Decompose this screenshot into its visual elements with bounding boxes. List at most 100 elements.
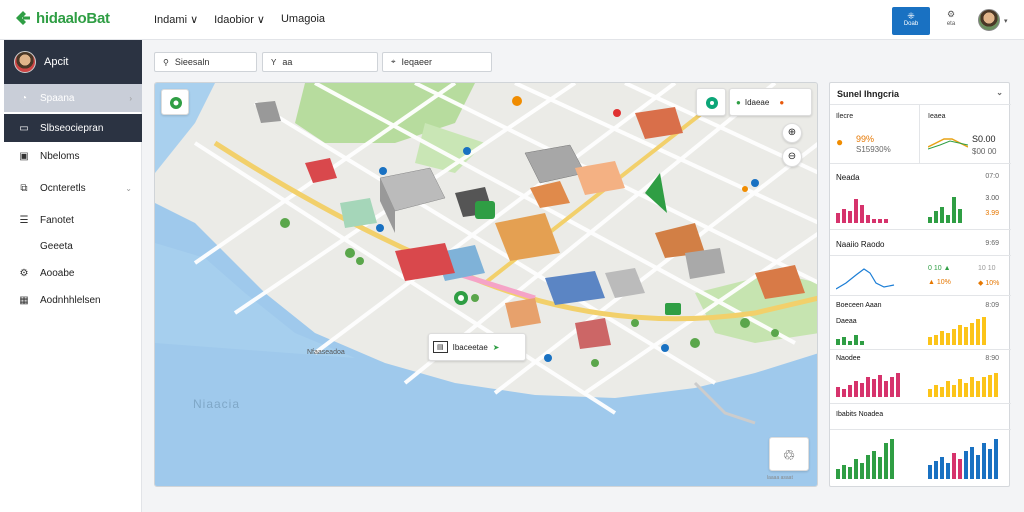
top-nav: Indami ∨ Idaobior ∨ Umagoia bbox=[154, 13, 325, 26]
section-3-bars bbox=[836, 317, 986, 345]
section-2-value: 9:69 bbox=[985, 240, 999, 247]
section-3-value: 8:09 bbox=[985, 302, 999, 309]
section-2-row2b: ◆ 10% bbox=[978, 280, 1000, 287]
zoom-out-button[interactable]: ⊖ bbox=[782, 147, 802, 167]
section-2-row2a: ▲ 10% bbox=[928, 279, 951, 286]
sidebar-avatar bbox=[14, 51, 36, 73]
zoom-in-icon: ⊕ bbox=[787, 127, 797, 138]
map-legend-label: Idaeae bbox=[744, 97, 770, 107]
sidebar-user[interactable]: Apcit bbox=[4, 40, 142, 84]
logo-icon bbox=[16, 11, 30, 25]
pin-icon: ⌖ bbox=[391, 57, 396, 66]
section-1-value: 07:0 bbox=[985, 173, 999, 180]
section-5-bars bbox=[836, 439, 998, 479]
logo[interactable]: hidaaloBat bbox=[14, 9, 110, 27]
map-locate-button[interactable] bbox=[696, 88, 726, 116]
sidebar-item-aodnhhlelsen[interactable]: ▦ Aodnhhlelsen bbox=[4, 286, 142, 314]
district-label: Nfaaseadoa bbox=[307, 349, 345, 356]
logo-text: hidaaloBat bbox=[36, 9, 110, 27]
metric-b-name: Ieaea bbox=[928, 113, 946, 120]
sidebar-item-label: Geeeta bbox=[40, 240, 73, 252]
section-2-row1b: 10 10 bbox=[978, 265, 996, 272]
section-2-row1a: 0 10 ▲ bbox=[928, 265, 951, 272]
sidebar-item-label: Nbeloms bbox=[40, 150, 80, 162]
recenter-button[interactable]: ♲ bbox=[769, 437, 809, 471]
chevron-down-icon: ⌄ bbox=[125, 183, 132, 193]
metric-a-sub: S15930% bbox=[856, 145, 891, 154]
recycle-icon: ♲ bbox=[782, 447, 796, 463]
section-2-title: Naaiio Raodo bbox=[836, 240, 885, 249]
metric-b-value: S0.00 bbox=[972, 134, 996, 144]
gauge-icon: ◔ bbox=[20, 92, 28, 104]
metric-card-b[interactable]: Ieaea S0.00 $00 00 bbox=[920, 105, 1011, 163]
map-tooltip: ▤ Ibaceetae ➤ bbox=[428, 333, 526, 361]
orange-pin-icon: ● bbox=[779, 97, 785, 107]
secondary-action-label: eta bbox=[946, 21, 956, 27]
zoom-in-button[interactable]: ⊕ bbox=[782, 123, 802, 143]
nav-item-indami[interactable]: Indami ∨ bbox=[154, 13, 198, 26]
map-tooltip-label: Ibaceetae bbox=[452, 342, 488, 352]
type-filter[interactable]: Y aa bbox=[262, 52, 378, 72]
nav-item-umagoia[interactable]: Umagoia bbox=[281, 13, 325, 26]
chat-icon: ▭ bbox=[19, 122, 29, 134]
stats-panel: Sunel Ihngcria ⌄ Ilecre ● 99% S15930% Ie… bbox=[829, 82, 1011, 487]
section-1-bars bbox=[836, 197, 962, 223]
metric-a-pct: 99% bbox=[856, 134, 875, 144]
settings-icon: ⚙ bbox=[19, 267, 29, 279]
water-label: Niaacia bbox=[193, 397, 241, 411]
section-4-value: 8:90 bbox=[985, 355, 999, 362]
primary-action-label: Doab bbox=[903, 21, 919, 27]
sidebar-item-fanotet[interactable]: ☰ Fanotet bbox=[4, 206, 142, 234]
sidebar-item-label: Spaana bbox=[40, 92, 75, 104]
metric-b-sparkline bbox=[928, 138, 968, 150]
section-5-title: Ibabits Noadea bbox=[836, 411, 884, 418]
section-1-title: Neada bbox=[836, 173, 860, 182]
sidebar-item-nbeloms[interactable]: ▣ Nbeloms bbox=[4, 142, 142, 170]
type-filter-label: aa bbox=[282, 57, 293, 67]
map-attribution: laaaa asaat bbox=[767, 475, 793, 481]
search-icon: ⚲ bbox=[163, 57, 169, 67]
sidebar-item-label: Aodnhhlelsen bbox=[40, 294, 101, 306]
map-layers-button[interactable] bbox=[161, 89, 189, 115]
app-window: hidaaloBat Indami ∨ Idaobior ∨ Umagoia ⁜… bbox=[0, 0, 1024, 512]
settings-icon: ⚙ bbox=[946, 9, 956, 19]
top-bar: hidaaloBat Indami ∨ Idaobior ∨ Umagoia ⁜… bbox=[0, 0, 1024, 40]
target-icon bbox=[706, 97, 718, 109]
filter-icon: Y bbox=[271, 57, 277, 67]
secondary-action-button[interactable]: ⚙ eta bbox=[940, 10, 962, 32]
primary-action-button[interactable]: ⁜ Doab bbox=[892, 7, 930, 35]
panel-title: Sunel Ihngcria bbox=[837, 89, 900, 99]
city-map[interactable]: ● Idaeae ● ⊕ ⊖ ▤ Ibaceetae ➤ Nfaaseadoa … bbox=[154, 82, 818, 487]
sidebar-item-ocnteretls[interactable]: ⧉ Ocnteretls ⌄ bbox=[4, 174, 142, 202]
nav-item-idaobior[interactable]: Idaobior ∨ bbox=[214, 13, 265, 26]
map-canvas[interactable] bbox=[155, 83, 818, 487]
user-avatar[interactable] bbox=[978, 9, 1000, 31]
location-filter[interactable]: ⌖ Ieqaeer bbox=[382, 52, 492, 72]
section-4-title: Naodee bbox=[836, 355, 861, 362]
chevron-down-icon[interactable]: ▾ bbox=[1004, 17, 1008, 25]
layers-icon bbox=[170, 97, 182, 109]
chevron-down-icon[interactable]: ⌄ bbox=[996, 88, 1003, 97]
image-icon: ▣ bbox=[19, 150, 29, 162]
metric-card-a[interactable]: Ilecre ● 99% S15930% bbox=[830, 105, 920, 163]
panel-header[interactable]: Sunel Ihngcria ⌄ bbox=[830, 83, 1011, 105]
sidebar-item-label: Aooabe bbox=[40, 267, 75, 279]
zoom-out-icon: ⊖ bbox=[787, 151, 797, 162]
arrow-icon: ➤ bbox=[492, 342, 500, 352]
search-filter[interactable]: ⚲ Sieesaln bbox=[154, 52, 257, 72]
sidebar-item-slbseociepran[interactable]: ▭ Slbseociepran bbox=[4, 114, 142, 142]
sliders-icon: ☰ bbox=[19, 214, 29, 226]
sidebar-item-geeeta[interactable]: Geeeta bbox=[4, 232, 142, 260]
pin-icon: ● bbox=[836, 135, 844, 149]
map-legend[interactable]: ● Idaeae ● bbox=[729, 88, 812, 116]
building-icon: ▤ bbox=[433, 341, 448, 353]
sidebar-item-aooabe[interactable]: ⚙ Aooabe bbox=[4, 259, 142, 287]
grid-icon: ▦ bbox=[19, 294, 29, 306]
metric-a-name: Ilecre bbox=[836, 113, 854, 120]
sidebar: Apcit ◔ Spaana › ▭ Slbseociepran ▣ Nbelo… bbox=[0, 40, 142, 512]
metric-b-sub: $00 00 bbox=[972, 147, 997, 156]
sidebar-item-spaana[interactable]: ◔ Spaana › bbox=[4, 84, 142, 112]
green-pin-icon: ● bbox=[736, 97, 741, 107]
sidebar-item-label: Slbseociepran bbox=[40, 122, 104, 134]
sidebar-item-label: Ocnteretls bbox=[40, 182, 86, 194]
